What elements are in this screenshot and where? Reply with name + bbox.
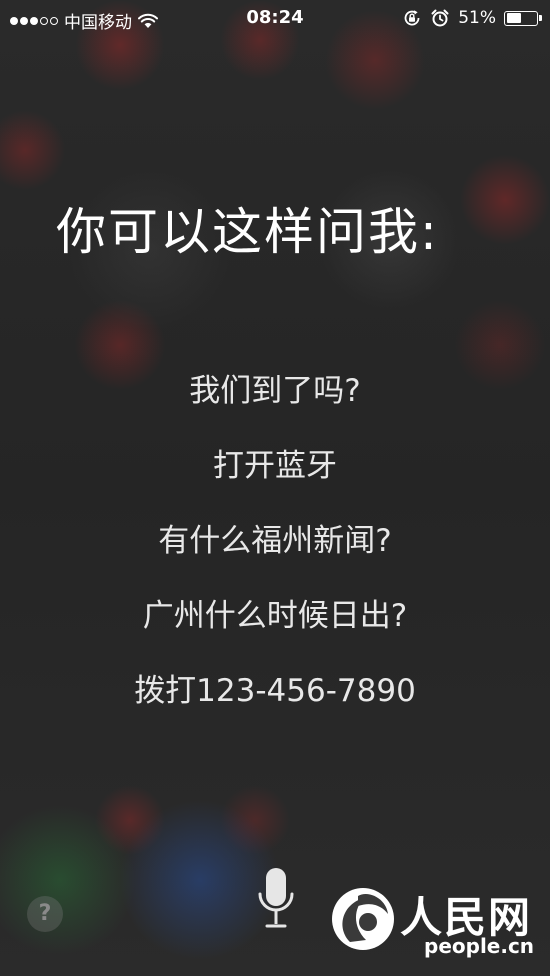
watermark-domain: people.cn — [424, 934, 535, 958]
battery-level-fill — [506, 13, 522, 23]
status-bar: 中国移动 08:24 51% — [0, 0, 550, 36]
microphone-icon — [258, 868, 294, 928]
alarm-icon — [431, 9, 449, 27]
people-cn-watermark: 人民网 people.cn — [328, 884, 538, 964]
microphone-button[interactable] — [256, 866, 296, 932]
siri-suggestions-list: 我们到了吗? 打开蓝牙 有什么福州新闻? 广州什么时候日出? 拨打123-456… — [0, 360, 550, 735]
people-cn-logo-icon — [332, 888, 394, 950]
siri-heading: 你可以这样问我: — [56, 203, 439, 261]
suggestion-item[interactable]: 打开蓝牙 — [0, 435, 550, 510]
status-bar-right: 51% — [402, 8, 542, 28]
suggestion-item[interactable]: 有什么福州新闻? — [0, 510, 550, 585]
orientation-lock-icon — [404, 10, 420, 26]
suggestion-item[interactable]: 广州什么时候日出? — [0, 585, 550, 660]
battery-icon — [504, 10, 542, 26]
help-button[interactable]: ? — [27, 896, 63, 932]
battery-percentage: 51% — [458, 8, 496, 28]
suggestion-item[interactable]: 拨打123-456-7890 — [0, 660, 550, 735]
battery-tip — [539, 15, 542, 21]
suggestion-item[interactable]: 我们到了吗? — [0, 360, 550, 435]
